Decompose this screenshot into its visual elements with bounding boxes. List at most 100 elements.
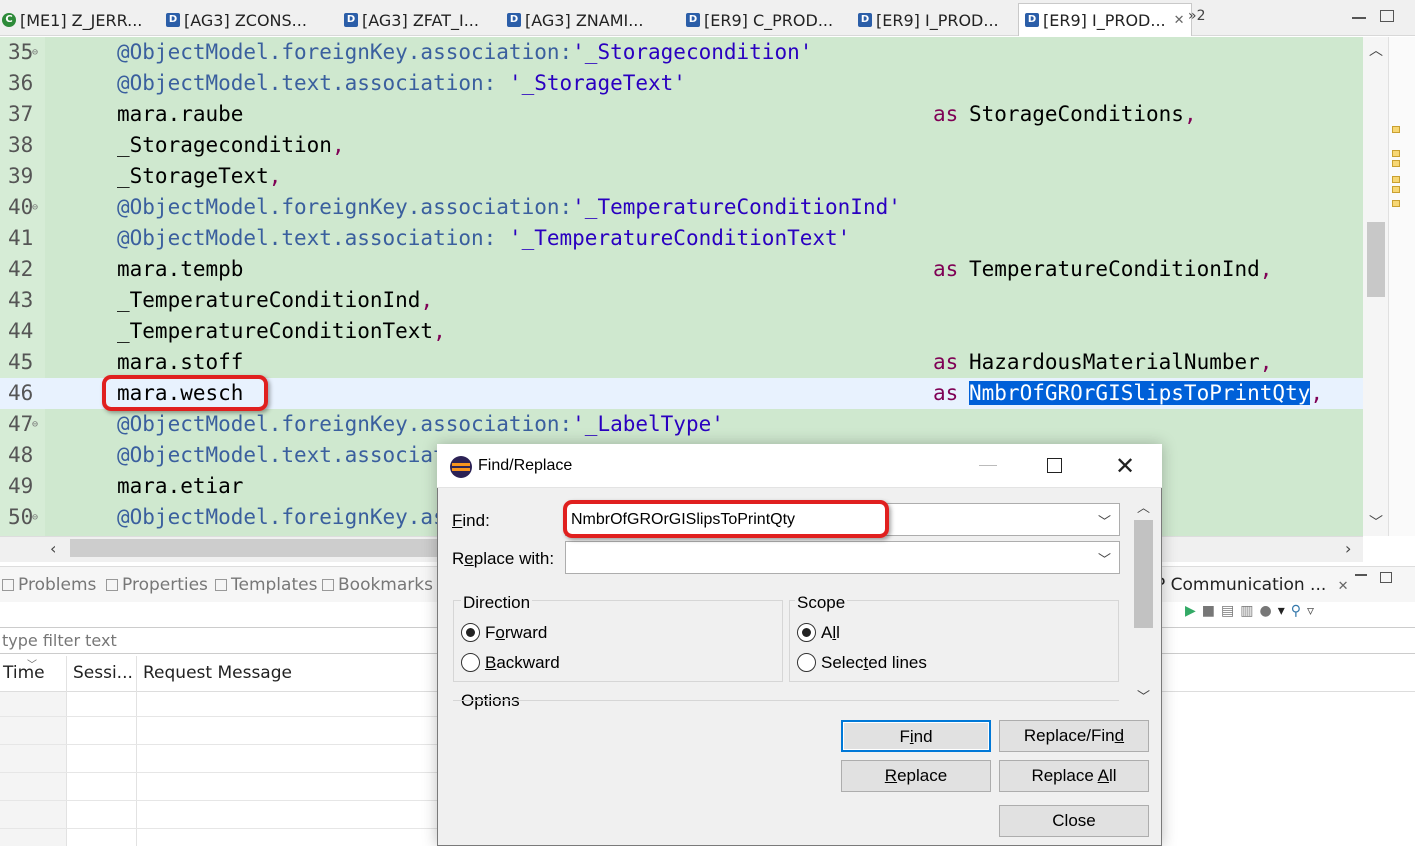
search-icon[interactable]: ⚲: [1291, 603, 1307, 619]
backward-radio-label[interactable]: Backward: [485, 653, 560, 673]
code-text: mara.stoff: [117, 350, 244, 374]
editor-tab-1[interactable]: C [ME1] Z_JERR...: [2, 6, 142, 34]
scroll-right-icon[interactable]: ›: [1345, 539, 1351, 558]
backward-radio[interactable]: [461, 653, 480, 672]
code-line[interactable]: 47 ⊖ @ObjectModel.foreignKey.association:'…: [0, 409, 1363, 440]
annotation-marker-icon[interactable]: [1392, 176, 1400, 183]
annotation-marker-icon[interactable]: [1392, 150, 1400, 157]
close-icon[interactable]: ✕: [1115, 452, 1135, 480]
code-line[interactable]: 45 mara.stoff as HazardousMaterialNumber,: [0, 347, 1363, 378]
fold-toggle-icon[interactable]: ⊖: [32, 409, 38, 440]
scroll-up-icon[interactable]: ︿: [1137, 497, 1150, 516]
replace-combobox[interactable]: ﹀: [565, 541, 1120, 574]
code-line[interactable]: 35 ⊖ @ObjectModel.foreignKey.association:'…: [0, 37, 1363, 68]
editor-tab-5[interactable]: D [ER9] C_PROD...: [686, 6, 833, 34]
replace-button[interactable]: Replace: [841, 760, 991, 792]
selected-lines-radio-label[interactable]: Selected lines: [821, 653, 927, 673]
code-line[interactable]: 37 mara.raube as StorageConditions,: [0, 99, 1363, 130]
code-text: _TemperatureConditionText,: [117, 319, 446, 343]
editor-tab-2[interactable]: D [AG3] ZCONS...: [166, 6, 307, 34]
chevron-down-icon[interactable]: ▿: [1307, 603, 1320, 619]
code-line[interactable]: 40 ⊖ @ObjectModel.foreignKey.association:'…: [0, 192, 1363, 223]
options-divider: [453, 700, 1119, 701]
maximize-icon[interactable]: [1380, 572, 1392, 583]
tab-templates[interactable]: Templates: [215, 575, 317, 595]
column-header-time[interactable]: Time: [3, 663, 45, 683]
column-divider: [136, 656, 137, 846]
annotation-marker-icon[interactable]: [1392, 200, 1400, 207]
ddl-source-icon: D: [686, 13, 700, 27]
fold-toggle-icon[interactable]: ⊖: [32, 502, 38, 533]
code-text: _Storagecondition,: [117, 133, 345, 157]
scroll-left-icon[interactable]: ‹: [50, 539, 56, 558]
scroll-up-icon[interactable]: ︿: [1369, 40, 1383, 60]
code-line[interactable]: 44 _TemperatureConditionText,: [0, 316, 1363, 347]
tab-properties[interactable]: Properties: [106, 575, 208, 595]
replace-all-button[interactable]: Replace All: [999, 760, 1149, 792]
forward-radio[interactable]: [461, 623, 480, 642]
code-line[interactable]: 36 @ObjectModel.text.association: '_Stora…: [0, 68, 1363, 99]
annotation-marker-icon[interactable]: [1392, 126, 1400, 133]
code-line[interactable]: 41 @ObjectModel.text.association: '_Tempe…: [0, 223, 1363, 254]
table-row: [0, 744, 440, 745]
tab-problems[interactable]: Problems: [2, 575, 96, 595]
replace-find-button[interactable]: Replace/Find: [999, 720, 1149, 752]
minimize-icon[interactable]: [1352, 10, 1366, 19]
bookmarks-icon: [322, 579, 334, 591]
stop-icon[interactable]: ■: [1202, 603, 1221, 619]
column-divider: [66, 656, 67, 846]
minimize-icon[interactable]: [1355, 574, 1367, 576]
editor-tab-active[interactable]: D [ER9] I_PROD... ✕: [1018, 3, 1192, 36]
editor-horizontal-scroll-thumb[interactable]: [70, 539, 470, 557]
scroll-down-icon[interactable]: ﹀: [1137, 686, 1150, 705]
fold-toggle-icon[interactable]: ⊖: [32, 37, 38, 68]
tab-bookmarks[interactable]: Bookmarks: [322, 575, 433, 595]
code-line[interactable]: 38 _Storagecondition,: [0, 130, 1363, 161]
editor-tab-4[interactable]: D [AG3] ZNAMI...: [507, 6, 643, 34]
ddl-source-icon: D: [507, 13, 521, 27]
editor-vertical-scroll-thumb[interactable]: [1367, 222, 1385, 297]
all-radio[interactable]: [797, 623, 816, 642]
options-label: Options: [461, 691, 520, 710]
table-row: [0, 716, 440, 717]
forward-radio-label[interactable]: Forward: [485, 623, 547, 643]
selected-lines-radio[interactable]: [797, 653, 816, 672]
close-icon[interactable]: ✕: [1338, 579, 1349, 594]
close-icon[interactable]: ✕: [1174, 13, 1185, 28]
maximize-icon[interactable]: [1380, 10, 1394, 22]
table-row: [0, 772, 440, 773]
chevron-down-icon[interactable]: ﹀: [1098, 549, 1111, 568]
fold-toggle-icon[interactable]: ⊖: [32, 192, 38, 223]
editor-tab-6[interactable]: D [ER9] I_PROD...: [858, 6, 999, 34]
table-row: [0, 800, 440, 801]
close-button[interactable]: Close: [999, 805, 1149, 837]
export-icon[interactable]: ▥: [1240, 603, 1259, 619]
clear-icon[interactable]: ▤: [1221, 603, 1240, 619]
find-button[interactable]: Find: [841, 720, 991, 752]
chevron-down-icon[interactable]: ﹀: [1098, 511, 1111, 530]
line-number: 40: [8, 195, 34, 219]
line-number: 36: [8, 71, 34, 95]
dialog-scroll-thumb[interactable]: [1134, 520, 1153, 628]
field-alias: HazardousMaterialNumber,: [969, 350, 1273, 374]
maximize-icon[interactable]: [1047, 458, 1062, 473]
editor-tab-3[interactable]: D [AG3] ZFAT_I...: [344, 6, 479, 34]
tab-communication-log[interactable]: P Communication ... ✕: [1155, 575, 1349, 595]
code-line[interactable]: 43 _TemperatureConditionInd,: [0, 285, 1363, 316]
scroll-down-icon[interactable]: ﹀: [1369, 512, 1383, 532]
code-line[interactable]: 42 mara.tempb as TemperatureConditionInd,: [0, 254, 1363, 285]
all-radio-label[interactable]: All: [821, 623, 840, 643]
view-tab-label: P Communication ...: [1155, 575, 1327, 595]
code-text: @ObjectModel.foreignKey.ass: [117, 505, 459, 529]
tab-overflow-button[interactable]: »2: [1188, 8, 1205, 24]
run-icon[interactable]: ▶: [1185, 603, 1202, 619]
field-alias: TemperatureConditionInd,: [969, 257, 1273, 281]
line-number: 49: [8, 474, 34, 498]
annotation-marker-icon[interactable]: [1392, 186, 1400, 193]
view-menu-icon[interactable]: ▾: [1278, 603, 1291, 619]
column-header-request-message[interactable]: Request Message: [143, 663, 292, 683]
annotation-marker-icon[interactable]: [1392, 160, 1400, 167]
column-header-session[interactable]: Sessi...: [73, 663, 133, 683]
settings-icon[interactable]: ●: [1259, 603, 1277, 619]
code-line[interactable]: 39 _StorageText,: [0, 161, 1363, 192]
